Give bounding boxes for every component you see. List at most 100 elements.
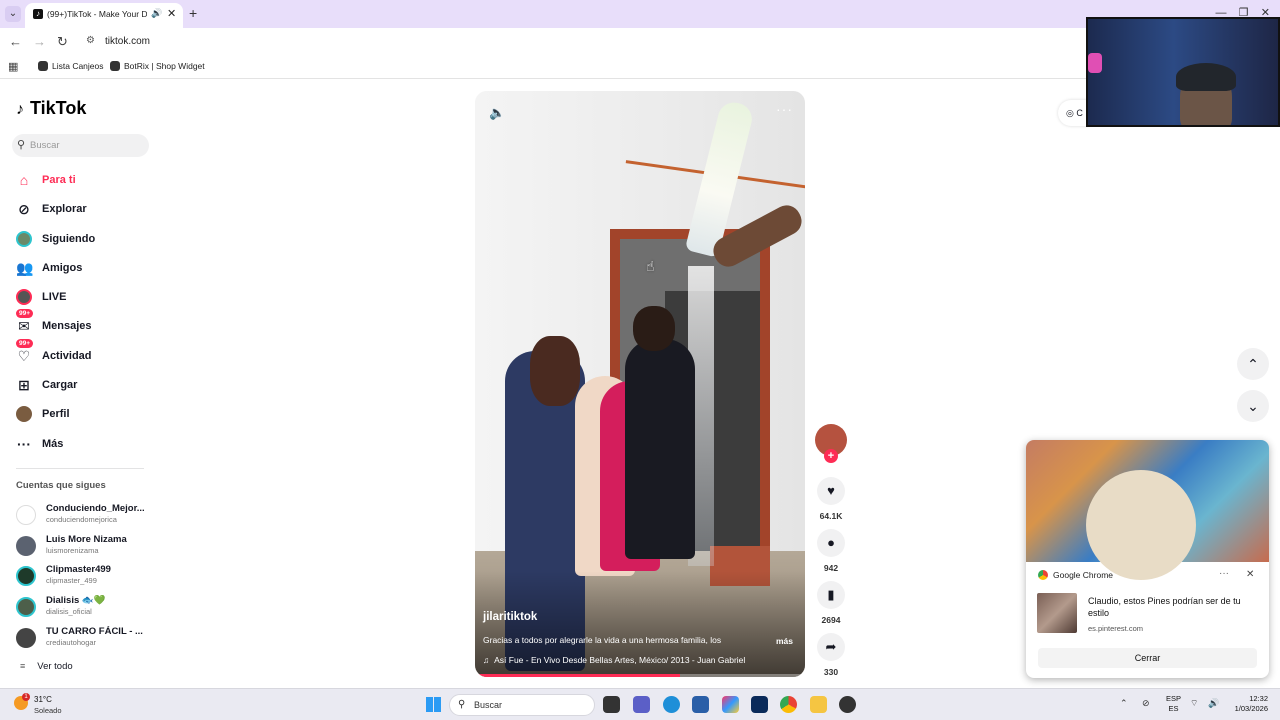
- following-account[interactable]: Luis More Nizama luismorenizama: [16, 534, 151, 558]
- edge-icon[interactable]: [663, 696, 680, 713]
- avatar: [16, 628, 36, 648]
- nav-amigos[interactable]: 👥 Amigos: [14, 258, 154, 280]
- search-icon: ⚲: [458, 699, 466, 710]
- following-account[interactable]: Dialisis 🐟💚 dialisis_oficial: [16, 595, 151, 619]
- nav-actividad[interactable]: ♡ 99+ Actividad: [14, 339, 154, 368]
- back-icon[interactable]: ←: [9, 34, 22, 49]
- weather-temperature: 31°C: [34, 695, 52, 704]
- bookmark-favicon-icon: [38, 61, 48, 71]
- more-icon: ···: [17, 436, 31, 452]
- webcam-frame: [1176, 63, 1236, 91]
- chrome-icon[interactable]: [780, 696, 797, 713]
- following-account[interactable]: TU CARRO FÁCIL - ... crediautohogar: [16, 626, 151, 650]
- volume-icon[interactable]: 🔈: [489, 105, 505, 121]
- video-progress-fill: [475, 674, 680, 677]
- video-player[interactable]: 🔈 ··· jilaritiktok Gracias a todos por a…: [475, 91, 805, 677]
- speaker-icon[interactable]: 🔊: [151, 8, 162, 19]
- friends-icon: 👥: [16, 260, 34, 276]
- nav-mensajes[interactable]: ✉ 99+ Mensajes: [14, 309, 154, 338]
- avatar: [16, 536, 36, 556]
- notification-image: [1026, 440, 1269, 580]
- like-button[interactable]: ♥: [817, 477, 845, 505]
- see-all-link[interactable]: ≡ Ver todo: [20, 661, 73, 672]
- file-explorer-icon[interactable]: [810, 696, 827, 713]
- share-button[interactable]: ➦: [817, 633, 845, 661]
- sidebar-divider: [16, 468, 144, 469]
- search-input[interactable]: ⚲ Buscar: [12, 134, 149, 157]
- notification-close-button[interactable]: Cerrar: [1038, 648, 1257, 668]
- video-music[interactable]: ♫ Así Fue - En Vivo Desde Bellas Artes, …: [483, 655, 745, 665]
- avatar: [16, 597, 36, 617]
- profile-avatar-icon: [16, 406, 32, 422]
- video-description: Gracias a todos por alegrarle la vida a …: [483, 635, 722, 645]
- messages-badge: 99+: [16, 309, 34, 318]
- nav-para-ti[interactable]: ⌂ Para ti: [14, 170, 154, 192]
- site-info-icon[interactable]: ⚙: [86, 35, 95, 46]
- video-options-icon[interactable]: ···: [776, 101, 793, 117]
- tray-overflow-icon[interactable]: ⌃: [1120, 698, 1128, 709]
- like-count: 64.1K: [819, 511, 843, 521]
- music-note-icon: ♫: [483, 655, 495, 665]
- nav-cargar[interactable]: ⊞ Cargar: [14, 375, 154, 397]
- nav-perfil[interactable]: Perfil: [14, 404, 154, 426]
- forward-icon[interactable]: →: [33, 34, 46, 49]
- following-account[interactable]: Clipmaster499 clipmaster_499: [16, 564, 151, 588]
- url-field[interactable]: ⚙ tiktok.com: [80, 31, 1080, 53]
- photoshop-icon[interactable]: [751, 696, 768, 713]
- teams-icon[interactable]: [633, 696, 650, 713]
- network-off-icon[interactable]: ⊘: [1142, 698, 1150, 709]
- description-more-link[interactable]: más: [776, 636, 793, 646]
- reload-icon[interactable]: ↻: [57, 34, 68, 50]
- weather-condition: Soleado: [34, 706, 62, 715]
- nav-siguiendo[interactable]: Siguiendo: [14, 229, 154, 251]
- tiktok-logo[interactable]: ♪ TikTok: [16, 98, 86, 119]
- close-tab-icon[interactable]: ✕: [167, 7, 176, 20]
- live-icon: [16, 289, 32, 305]
- volume-icon[interactable]: 🔊: [1208, 698, 1219, 709]
- chrome-notification[interactable]: Google Chrome ··· ✕ Claudio, estos Pines…: [1026, 440, 1269, 678]
- browser-tab-tiktok[interactable]: ♪ (99+)TikTok - Make Your Day 🔊 ✕: [25, 3, 183, 28]
- bookmark-favicon-icon: [110, 61, 120, 71]
- comment-icon: ●: [827, 535, 835, 550]
- previous-video-button[interactable]: ⌃: [1237, 348, 1269, 380]
- share-count: 330: [823, 667, 839, 677]
- windows-taskbar: 1 31°C Soleado ⚲ Buscar ⌃ ⊘ ESP ES ⌔ 🔊 12…: [0, 688, 1280, 720]
- wifi-icon[interactable]: ⌔: [1190, 698, 1198, 709]
- new-tab-icon[interactable]: +: [189, 5, 197, 21]
- save-button[interactable]: ▮: [817, 581, 845, 609]
- follow-plus-icon[interactable]: +: [824, 449, 838, 463]
- video-author[interactable]: jilaritiktok: [483, 611, 537, 623]
- store-icon[interactable]: [692, 696, 709, 713]
- taskbar-search[interactable]: ⚲ Buscar: [449, 694, 595, 716]
- notification-message: Claudio, estos Pines podrían ser de tu e…: [1088, 596, 1241, 618]
- tab-search-icon[interactable]: ⌄: [5, 6, 21, 22]
- bookmark-botrix[interactable]: BotRix | Shop Widget: [110, 61, 205, 71]
- comment-button[interactable]: ●: [817, 529, 845, 557]
- following-account[interactable]: Conduciendo_Mejor... conduciendomejorica: [16, 503, 151, 527]
- notification-close-icon[interactable]: ✕: [1246, 569, 1254, 580]
- next-video-button[interactable]: ⌄: [1237, 390, 1269, 422]
- input-language[interactable]: ESP ES: [1166, 694, 1181, 714]
- notification-options-icon[interactable]: ···: [1219, 568, 1229, 579]
- nav-mas[interactable]: ··· Más: [14, 434, 154, 456]
- app-icon[interactable]: [839, 696, 856, 713]
- weather-alert-icon: 1: [22, 693, 30, 701]
- avatar: [16, 566, 36, 586]
- video-progress-bar[interactable]: [475, 674, 805, 677]
- clock[interactable]: 12:32 1/03/2026: [1224, 694, 1268, 714]
- mouse-cursor-icon: ☝: [646, 258, 655, 274]
- app-icon: ◎: [1066, 108, 1077, 118]
- copilot-icon[interactable]: [722, 696, 739, 713]
- nav-explorar[interactable]: ⊘ Explorar: [14, 199, 154, 221]
- notification-app: Google Chrome: [1038, 570, 1113, 580]
- url-text: tiktok.com: [105, 36, 151, 47]
- following-section-title: Cuentas que sigues: [16, 480, 106, 491]
- task-view-icon[interactable]: [603, 696, 620, 713]
- following-avatar-icon: [16, 231, 32, 247]
- bookmark-lista-canjeos[interactable]: Lista Canjeos: [38, 61, 104, 71]
- chrome-icon: [1038, 570, 1048, 580]
- windows-start-icon[interactable]: [426, 697, 441, 712]
- webcam-overlay: [1086, 17, 1280, 127]
- apps-grid-icon[interactable]: ▦: [8, 60, 18, 73]
- nav-live[interactable]: LIVE: [14, 287, 154, 309]
